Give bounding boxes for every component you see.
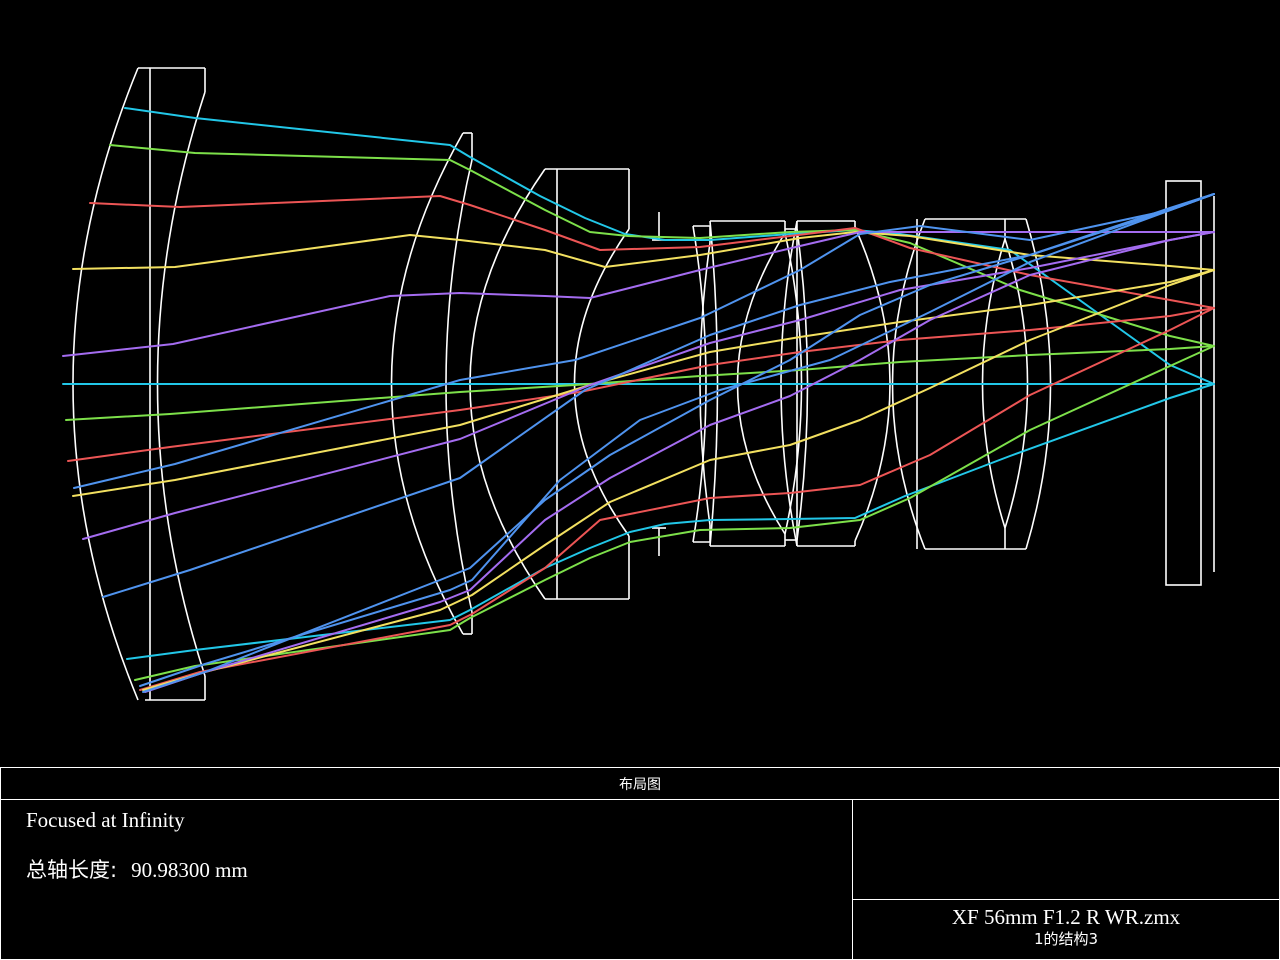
axial-length-row: 总轴长度: 90.98300 mm [26,854,248,884]
info-panel: 布局图 Focused at Infinity 总轴长度: 90.98300 mm… [0,767,1280,960]
file-info-cell: XF 56mm F1.2 R WR.zmx 1的结构3 [853,900,1279,959]
file-name: XF 56mm F1.2 R WR.zmx [951,905,1181,929]
axial-length-value: 90.98300 mm [131,858,248,882]
panel-title: 布局图 [1,768,1279,800]
configuration-label: 1的结构3 [1033,930,1099,948]
lens-layout-diagram [0,0,1280,768]
axial-length-label: 总轴长度: [26,858,118,882]
focus-status-text: Focused at Infinity [26,808,185,832]
info-right-empty-cell [853,800,1279,900]
info-left-cell: Focused at Infinity 总轴长度: 90.98300 mm [1,800,853,959]
